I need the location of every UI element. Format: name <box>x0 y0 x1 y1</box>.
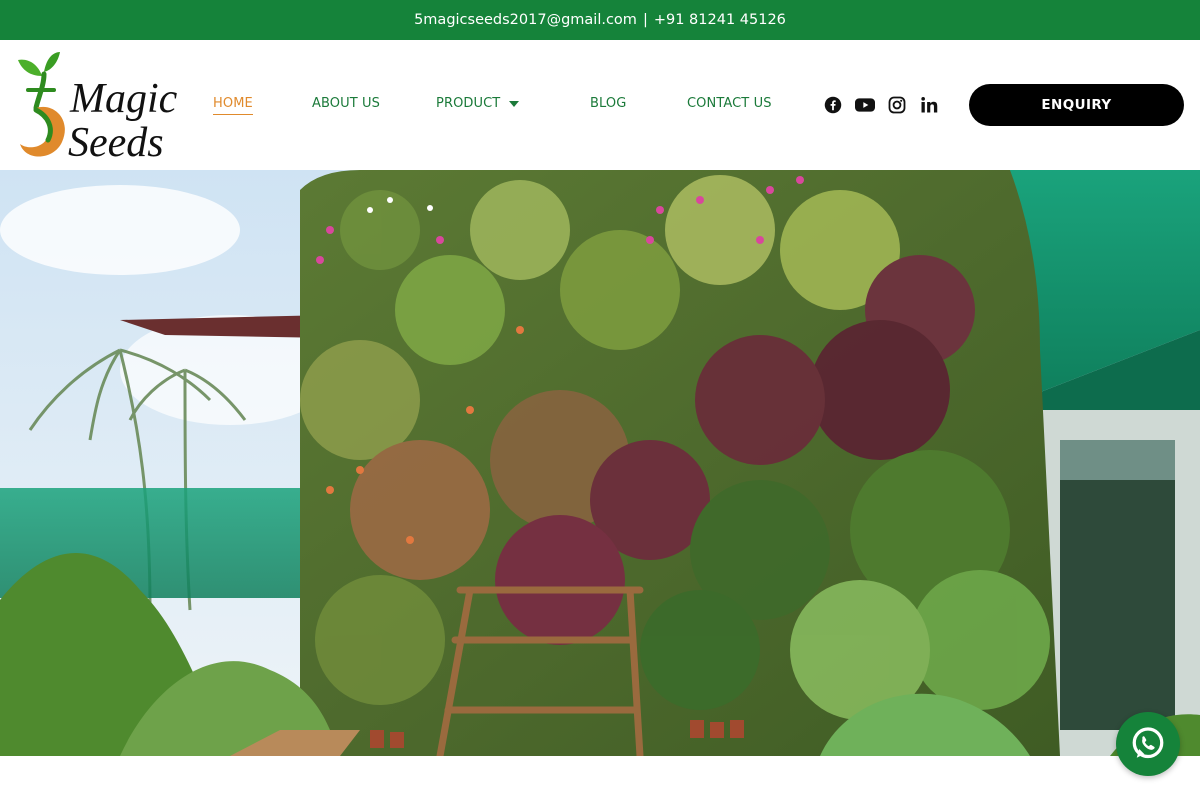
contact-topbar: 5magicseeds2017@gmail.com | +91 81241 45… <box>0 0 1200 40</box>
logo-text-seeds: Seeds <box>68 120 164 166</box>
nav-about-us[interactable]: ABOUT US <box>312 96 380 111</box>
chevron-down-icon[interactable] <box>509 101 519 107</box>
instagram-icon[interactable] <box>887 95 907 115</box>
nav-contact-us[interactable]: CONTACT US <box>687 96 772 111</box>
site-header: Magic Seeds HOME ABOUT US PRODUCT BLOG C… <box>0 40 1200 170</box>
site-logo[interactable]: Magic Seeds <box>14 46 189 166</box>
nav-blog[interactable]: BLOG <box>590 96 626 111</box>
linkedin-icon[interactable] <box>919 95 939 115</box>
whatsapp-icon <box>1132 727 1164 759</box>
vertical-garden-photo <box>0 170 1200 756</box>
logo-text-magic: Magic <box>69 76 178 122</box>
whatsapp-button[interactable] <box>1116 712 1180 776</box>
contact-phone[interactable]: +91 81241 45126 <box>654 12 786 28</box>
hero-banner-image <box>0 170 1200 756</box>
facebook-icon[interactable] <box>823 95 843 115</box>
enquiry-button[interactable]: ENQUIRY <box>969 84 1184 126</box>
youtube-icon[interactable] <box>855 95 875 115</box>
nav-product[interactable]: PRODUCT <box>436 96 500 111</box>
contact-separator: | <box>642 12 648 28</box>
contact-email[interactable]: 5magicseeds2017@gmail.com <box>414 12 637 28</box>
nav-home[interactable]: HOME <box>213 96 253 115</box>
